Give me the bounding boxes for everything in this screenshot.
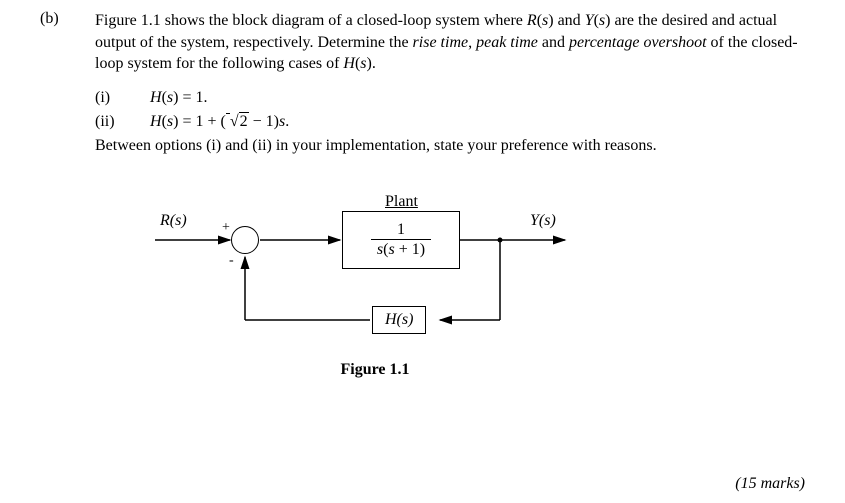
text: and xyxy=(538,34,569,51)
var-H: H xyxy=(343,55,355,72)
question-row: (b) Figure 1.1 shows the block diagram o… xyxy=(40,10,805,385)
term-rise-time: rise time xyxy=(413,34,469,51)
item-eq: H(s) = 1. xyxy=(150,89,207,107)
sub-item-i: (i) H(s) = 1. xyxy=(95,89,805,107)
tf-numerator: 1 xyxy=(371,220,431,240)
text: = 1 + ( xyxy=(178,113,225,130)
text: − 1) xyxy=(249,113,279,130)
sub-list: (i) H(s) = 1. (ii) H(s) = 1 + ( √2 − 1)s… xyxy=(95,89,805,131)
var-Y: Y xyxy=(585,12,594,29)
figure-caption: Figure 1.1 xyxy=(145,361,605,379)
feedback-block: H(s) xyxy=(372,306,426,334)
text: √2 xyxy=(230,113,249,130)
part-label: (b) xyxy=(40,10,95,385)
item-eq: H(s) = 1 + ( √2 − 1)s. xyxy=(150,113,289,131)
text: and xyxy=(554,12,585,29)
var-H: H xyxy=(150,89,162,106)
block-diagram: R(s) + - Plant 1 s(s + 1) Y(s) H(s) xyxy=(145,185,605,385)
label-y: Y(s) xyxy=(530,212,556,230)
sign-plus: + xyxy=(222,220,230,236)
var-H: H xyxy=(150,113,162,130)
sign-minus: - xyxy=(229,253,234,269)
plant-transfer-function: 1 s(s + 1) xyxy=(371,220,431,259)
marks-label: (15 marks) xyxy=(735,475,805,493)
item-number: (i) xyxy=(95,89,150,107)
var-R: R xyxy=(527,12,537,29)
exam-question-page: (b) Figure 1.1 shows the block diagram o… xyxy=(0,0,845,503)
text: , xyxy=(468,34,476,51)
intro-text: Figure 1.1 shows the block diagram of a … xyxy=(95,10,805,75)
followup-text: Between options (i) and (ii) in your imp… xyxy=(95,137,805,155)
question-body: Figure 1.1 shows the block diagram of a … xyxy=(95,10,805,385)
item-number: (ii) xyxy=(95,113,150,131)
sub-item-ii: (ii) H(s) = 1 + ( √2 − 1)s. xyxy=(95,113,805,131)
label-plant: Plant xyxy=(385,193,418,211)
text: Figure 1.1 shows the block diagram of a … xyxy=(95,12,527,29)
text: . xyxy=(285,113,289,130)
tf-denominator: s(s + 1) xyxy=(371,240,431,259)
plant-block: 1 s(s + 1) xyxy=(342,211,460,269)
label-r: R(s) xyxy=(160,212,187,230)
term-peak-time: peak time xyxy=(476,34,538,51)
term-overshoot: percentage overshoot xyxy=(569,34,707,51)
summing-junction xyxy=(231,226,259,254)
text: . xyxy=(372,55,376,72)
text: = 1. xyxy=(178,89,207,106)
h-label: H(s) xyxy=(385,311,413,328)
